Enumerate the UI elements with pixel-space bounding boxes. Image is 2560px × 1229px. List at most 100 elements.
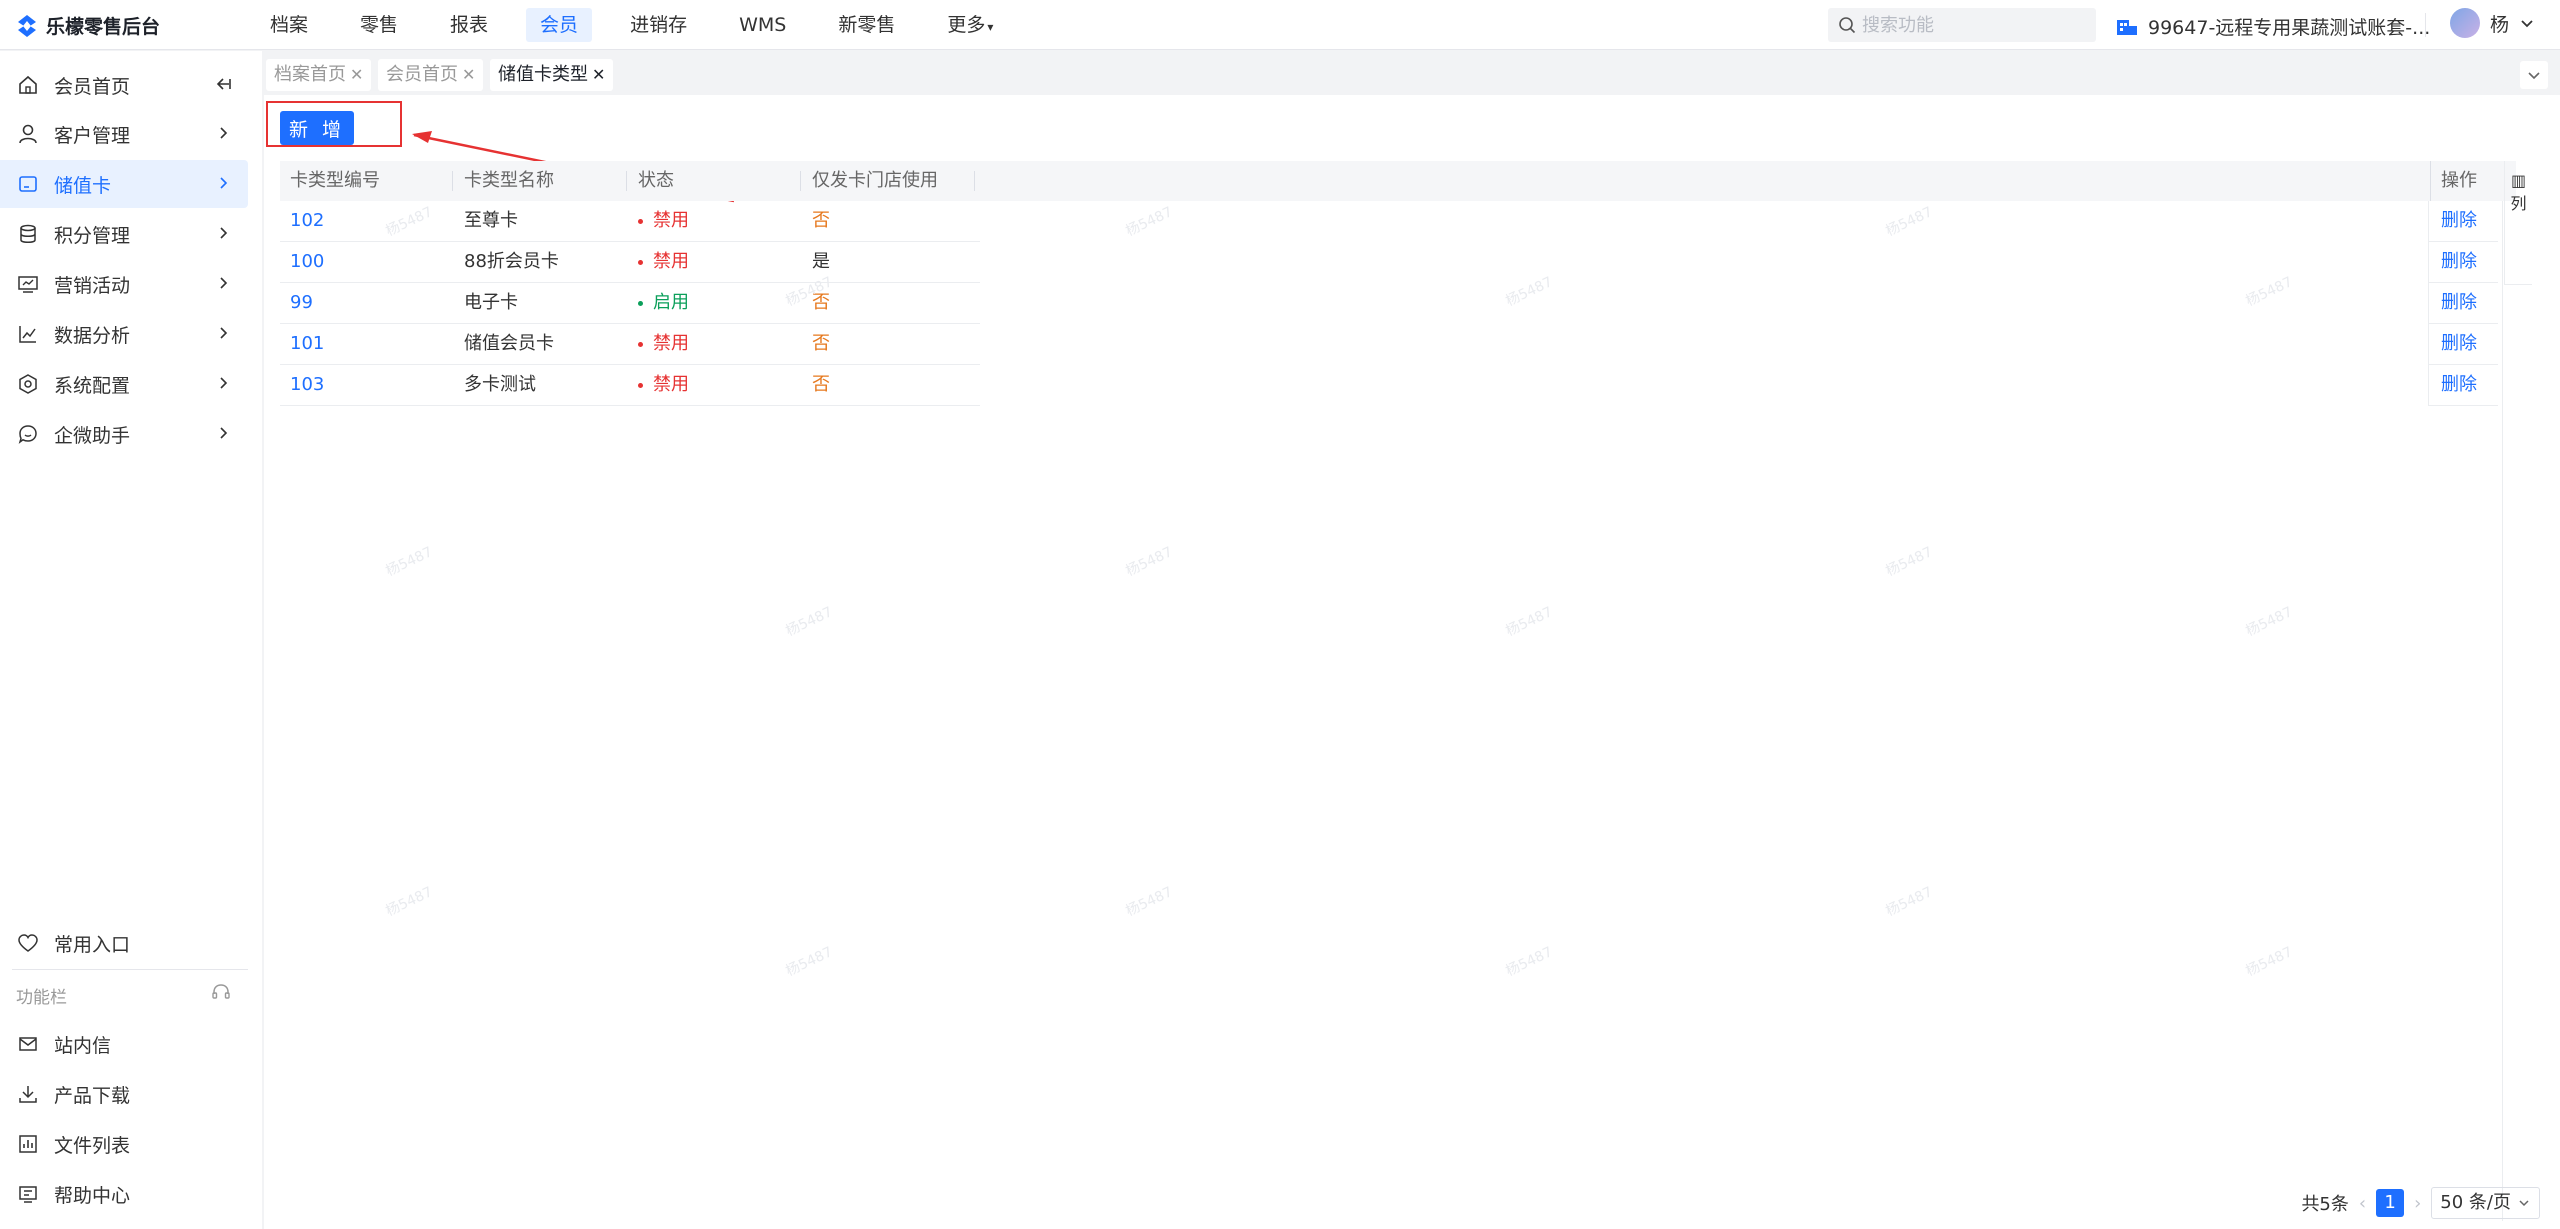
card-icon	[16, 172, 40, 196]
store-only-value: 否	[812, 374, 830, 395]
column-settings-button[interactable]: ▥ 列	[2504, 161, 2532, 285]
page-number-current[interactable]: 1	[2376, 1189, 2405, 1217]
chevron-down-icon	[2519, 1200, 2529, 1207]
logo-icon	[18, 14, 36, 37]
total-count: 共5条	[2301, 1194, 2349, 1215]
column-header-status[interactable]: 状态	[628, 161, 674, 201]
action-cell: 删除	[2428, 242, 2498, 283]
headset-icon[interactable]	[210, 981, 232, 1003]
sidebar-divider	[12, 969, 248, 970]
action-cell: 删除	[2428, 324, 2498, 365]
tab-label: 会员首页	[386, 64, 458, 85]
watermark: 杨5487	[2243, 604, 2296, 640]
card-type-code-link[interactable]: 100	[280, 242, 324, 282]
close-icon[interactable]: ✕	[592, 65, 605, 84]
delete-link[interactable]: 删除	[2429, 324, 2477, 364]
column-divider	[800, 171, 801, 191]
topnav-item-archive[interactable]: 档案	[256, 8, 322, 42]
column-header-name[interactable]: 卡类型名称	[454, 161, 554, 201]
sidebar-item-label: 会员首页	[54, 75, 131, 98]
chevron-right-icon	[220, 177, 228, 189]
settings-icon	[16, 372, 40, 396]
account-switcher[interactable]: 99647-远程专用果蔬测试账套-...	[2116, 13, 2430, 40]
scrollbar-track[interactable]	[2502, 201, 2503, 1221]
card-type-code-link[interactable]: 101	[280, 324, 324, 364]
status-text: 启用	[653, 292, 689, 313]
topnav-item-member[interactable]: 会员	[526, 8, 593, 42]
sidebar-item-system-config[interactable]: 系统配置	[0, 360, 248, 408]
watermark: 杨5487	[1503, 604, 1556, 640]
topnav-item-more[interactable]: 更多 ▾	[933, 8, 1007, 42]
watermark: 杨5487	[1123, 884, 1176, 920]
column-divider	[974, 171, 975, 191]
next-page-icon[interactable]: ›	[2414, 1193, 2421, 1214]
tab-archive-home[interactable]: 档案首页 ✕	[266, 59, 372, 91]
tab-dropdown-button[interactable]	[2520, 61, 2548, 89]
sidebar-item-wecom-assistant[interactable]: 企微助手	[0, 410, 248, 458]
delete-link[interactable]: 删除	[2429, 365, 2477, 405]
store-only-value: 否	[812, 333, 830, 354]
delete-link[interactable]: 删除	[2429, 242, 2477, 282]
delete-link[interactable]: 删除	[2429, 201, 2477, 241]
card-type-code-link[interactable]: 103	[280, 365, 324, 405]
sidebar-item-favorites[interactable]: 常用入口	[0, 919, 248, 967]
store-only-value: 是	[812, 251, 830, 272]
card-type-code-link[interactable]: 102	[280, 201, 324, 241]
search-box[interactable]	[1828, 8, 2096, 42]
status-badge: 启用	[628, 283, 689, 323]
top-nav: 档案 零售 报表 会员 进销存 WMS 新零售 更多 ▾	[256, 8, 1031, 42]
close-icon[interactable]: ✕	[350, 65, 363, 84]
sidebar-item-points[interactable]: 积分管理	[0, 210, 248, 258]
sidebar-item-label: 企微助手	[54, 424, 131, 447]
tab-stored-value-card-type[interactable]: 储值卡类型 ✕	[490, 59, 614, 91]
status-text: 禁用	[653, 374, 689, 395]
topnav-item-inventory[interactable]: 进销存	[616, 8, 701, 42]
sidebar-item-marketing[interactable]: 营销活动	[0, 260, 248, 308]
topnav-item-new-retail[interactable]: 新零售	[824, 8, 909, 42]
tab-member-home[interactable]: 会员首页 ✕	[378, 59, 484, 91]
card-type-code-link[interactable]: 99	[280, 283, 313, 323]
heart-icon	[16, 931, 40, 955]
column-header-actions: 操作	[2430, 161, 2477, 201]
prev-page-icon[interactable]: ‹	[2359, 1193, 2366, 1214]
page-size-select[interactable]: 50 条/页	[2431, 1187, 2540, 1219]
watermark: 杨5487	[783, 944, 836, 980]
chevron-right-icon	[220, 377, 228, 389]
card-type-name: 至尊卡	[464, 210, 518, 231]
chevron-down-icon	[2528, 72, 2540, 80]
sidebar-item-inbox[interactable]: 站内信	[0, 1020, 248, 1068]
top-bar: 乐檬零售后台 档案 零售 报表 会员 进销存 WMS 新零售 更多▾ 99647…	[0, 0, 2560, 50]
column-header-store-only[interactable]: 仅发卡门店使用	[802, 161, 938, 201]
sidebar-item-member-home[interactable]: 会员首页	[0, 61, 248, 109]
watermark: 杨5487	[1503, 944, 1556, 980]
sidebar-item-analytics[interactable]: 数据分析	[0, 310, 248, 358]
sidebar-item-label: 帮助中心	[54, 1184, 131, 1207]
card-type-name: 电子卡	[464, 292, 518, 313]
table-row: 101 储值会员卡 禁用 否	[280, 324, 980, 365]
sidebar-item-download[interactable]: 产品下载	[0, 1070, 248, 1118]
logo[interactable]: 乐檬零售后台	[16, 12, 160, 39]
close-icon[interactable]: ✕	[462, 65, 475, 84]
sidebar-item-help[interactable]: 帮助中心	[0, 1170, 248, 1218]
action-cell: 删除	[2428, 201, 2498, 242]
sidebar-item-label: 储值卡	[54, 174, 112, 197]
card-type-name: 储值会员卡	[464, 333, 554, 354]
action-cell: 删除	[2428, 283, 2498, 324]
sidebar-item-file-list[interactable]: 文件列表	[0, 1120, 248, 1168]
topnav-item-retail[interactable]: 零售	[346, 8, 412, 42]
collapse-sidebar-icon[interactable]	[214, 75, 232, 93]
store-only-value: 否	[812, 292, 830, 313]
topnav-item-reports[interactable]: 报表	[436, 8, 502, 42]
tab-bar: 档案首页 ✕ 会员首页 ✕ 储值卡类型 ✕	[264, 51, 2560, 95]
download-icon	[16, 1082, 40, 1106]
user-menu[interactable]: 杨	[2450, 8, 2535, 38]
sidebar-item-label: 站内信	[54, 1034, 112, 1057]
help-icon	[16, 1182, 40, 1206]
search-input[interactable]	[1862, 14, 2082, 36]
sidebar-item-customers[interactable]: 客户管理	[0, 110, 248, 158]
column-header-code[interactable]: 卡类型编号	[280, 161, 380, 201]
topnav-item-wms[interactable]: WMS	[725, 8, 800, 42]
sidebar-item-stored-value-card[interactable]: 储值卡	[0, 160, 248, 208]
delete-link[interactable]: 删除	[2429, 283, 2477, 323]
status-badge: 禁用	[628, 365, 689, 405]
